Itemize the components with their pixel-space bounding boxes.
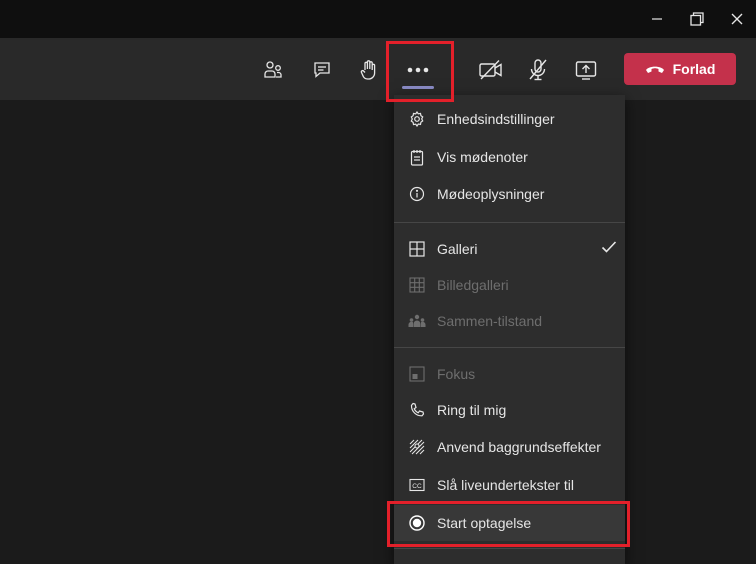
captions-icon: CC: [408, 476, 426, 494]
menu-item-label: Slå liveundertekster til: [437, 477, 574, 493]
chat-button[interactable]: [302, 50, 342, 90]
gallery-icon: [408, 240, 426, 258]
minimize-icon: [652, 18, 662, 20]
close-window-button[interactable]: [714, 0, 756, 38]
checkmark-icon: [601, 240, 617, 257]
participants-button[interactable]: [253, 50, 293, 90]
large-gallery-icon: [408, 276, 426, 294]
menu-item-device-settings[interactable]: Enhedsindstillinger: [394, 101, 625, 137]
menu-item-focus: Fokus: [394, 356, 625, 392]
menu-item-live-captions[interactable]: CC Slå liveundertekster til: [394, 467, 625, 503]
menu-item-label: Mødeoplysninger: [437, 186, 545, 202]
title-bar: [0, 0, 756, 38]
meeting-toolbar: Forlad: [0, 38, 756, 100]
menu-item-label: Ring til mig: [437, 402, 507, 418]
menu-item-meeting-notes[interactable]: Vis mødenoter: [394, 139, 625, 175]
focus-icon: [408, 365, 426, 383]
people-icon: [264, 61, 282, 78]
menu-item-call-me[interactable]: Ring til mig: [394, 392, 625, 428]
menu-item-label: Billedgalleri: [437, 277, 509, 293]
menu-separator: [394, 347, 625, 348]
raise-hand-button[interactable]: [349, 50, 389, 90]
menu-item-label: Sammen-tilstand: [437, 313, 543, 329]
menu-item-label: Fokus: [437, 366, 476, 382]
highlight-start-recording: [387, 501, 630, 547]
menu-item-label: Anvend baggrundseffekter: [437, 439, 601, 455]
mic-off-icon: [529, 59, 547, 81]
share-screen-icon: [575, 61, 597, 80]
menu-item-large-gallery: Billedgalleri: [394, 267, 625, 303]
background-effects-icon: [408, 438, 426, 456]
camera-off-icon: [479, 60, 502, 80]
menu-separator: [394, 222, 625, 223]
menu-item-label: Galleri: [437, 241, 478, 257]
leave-button[interactable]: Forlad: [624, 53, 736, 85]
meeting-stage: [0, 100, 756, 564]
menu-item-background-effects[interactable]: Anvend baggrundseffekter: [394, 429, 625, 465]
highlight-more-button: [386, 41, 454, 102]
phone-icon: [408, 401, 426, 419]
share-button[interactable]: [566, 50, 606, 90]
gear-icon: [408, 110, 426, 128]
leave-label: Forlad: [672, 61, 716, 77]
camera-button[interactable]: [471, 50, 511, 90]
svg-text:CC: CC: [412, 483, 422, 490]
menu-item-label: Enhedsindstillinger: [437, 111, 555, 127]
hang-up-icon: [645, 66, 664, 73]
mic-button[interactable]: [518, 50, 558, 90]
hand-icon: [360, 60, 376, 80]
together-mode-icon: [408, 312, 426, 330]
restore-icon: [690, 12, 704, 26]
notes-icon: [408, 148, 426, 166]
menu-separator: [394, 548, 625, 549]
more-actions-menu: Enhedsindstillinger Vis mødenoter Mødeop…: [394, 95, 625, 564]
menu-item-meeting-info[interactable]: Mødeoplysninger: [394, 176, 625, 212]
chat-icon: [314, 62, 330, 78]
menu-item-label: Vis mødenoter: [437, 149, 528, 165]
menu-item-together-mode: Sammen-tilstand: [394, 303, 625, 339]
close-icon: [731, 13, 743, 25]
info-icon: [408, 185, 426, 203]
menu-item-gallery[interactable]: Galleri: [394, 231, 625, 267]
